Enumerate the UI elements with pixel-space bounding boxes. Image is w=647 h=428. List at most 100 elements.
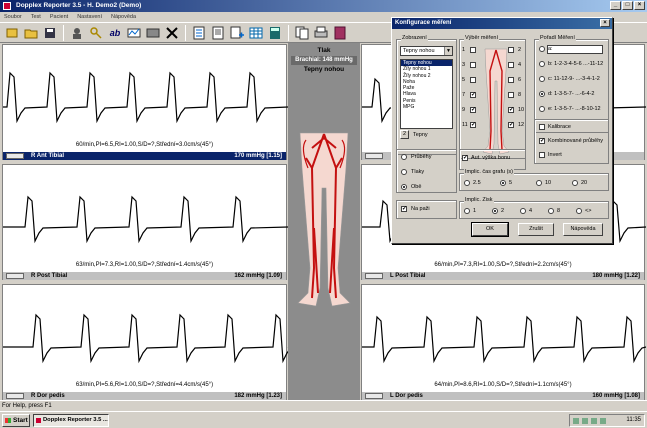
checkbox-site-5[interactable]: [470, 77, 476, 83]
new-icon[interactable]: [4, 25, 20, 41]
key-icon[interactable]: [88, 25, 104, 41]
checkbox-number: 12: [518, 122, 525, 128]
menu-file[interactable]: Soubor: [4, 12, 22, 22]
radio-label: 10: [545, 180, 552, 186]
menu-help[interactable]: Nápověda: [111, 12, 136, 22]
checkbox-site-9[interactable]: ✓: [470, 107, 476, 113]
radio-order-3[interactable]: [539, 91, 545, 97]
radio-label: e: 1-3-5-7- ...-8-10-12: [548, 106, 601, 112]
channel-bar[interactable]: L Post Tibial 180 mmHg [1.22]: [362, 271, 644, 280]
dialog-close-button[interactable]: ×: [600, 19, 610, 27]
channel-pressure: 162 mmHg [1.09]: [234, 273, 282, 279]
start-button[interactable]: Start: [2, 414, 30, 427]
book-icon[interactable]: [332, 25, 348, 41]
minimize-button[interactable]: _: [610, 1, 621, 10]
channel-bar[interactable]: R Dor pedis 182 mmHg [1.23]: [3, 391, 286, 400]
order-custom-input[interactable]: [547, 45, 603, 54]
radio-time-3[interactable]: [572, 180, 578, 186]
checkbox-na-paze[interactable]: ✓: [401, 206, 407, 212]
document-icon[interactable]: [210, 25, 226, 41]
radio-order-4[interactable]: [539, 106, 545, 112]
add-document-icon[interactable]: [229, 25, 245, 41]
channel-label: R Dor pedis: [31, 393, 65, 399]
radio-gain-1[interactable]: [492, 208, 498, 214]
waveform-trace: [3, 195, 288, 244]
radio-time-2[interactable]: [536, 180, 542, 186]
table-icon[interactable]: [248, 25, 264, 41]
copy-icon[interactable]: [294, 25, 310, 41]
print-icon[interactable]: [313, 25, 329, 41]
radio-gain-0[interactable]: [464, 208, 470, 214]
radio-tlaky[interactable]: [401, 169, 407, 175]
radio-obe[interactable]: [401, 184, 407, 190]
checkbox-site-11[interactable]: ✓: [470, 122, 476, 128]
checkbox-site-10[interactable]: ✓: [508, 107, 514, 113]
radio-order-0[interactable]: [539, 46, 545, 52]
radio-prubehy[interactable]: [401, 154, 407, 160]
radio-label: c: 11-12-9- ...-3-4-1-2: [548, 76, 600, 82]
taskbar-app-button[interactable]: Dopplex Reporter 3.5 ...: [33, 414, 109, 427]
close-button[interactable]: ×: [634, 1, 645, 10]
channel-bar[interactable]: R Post Tibial 162 mmHg [1.09]: [3, 271, 286, 280]
calculator-icon[interactable]: [267, 25, 283, 41]
count-spinner[interactable]: 2: [400, 130, 409, 139]
checkbox-kombinovane[interactable]: ✓: [539, 138, 545, 144]
patient-icon[interactable]: [69, 25, 85, 41]
tray-icon[interactable]: [573, 418, 579, 424]
checklist-icon[interactable]: [191, 25, 207, 41]
open-icon[interactable]: [23, 25, 39, 41]
ok-button[interactable]: OK: [471, 222, 509, 237]
view-select[interactable]: Tepny nohou ▼: [400, 46, 453, 56]
view-list-item[interactable]: MPG: [401, 104, 452, 110]
channel-bar[interactable]: L Dor pedis 160 mmHg [1.08]: [362, 391, 644, 400]
channel-pressure: 170 mmHg [1.15]: [234, 153, 282, 159]
checkbox-site-3[interactable]: [470, 62, 476, 68]
checkbox-site-4[interactable]: [508, 62, 514, 68]
radio-time-0[interactable]: [464, 180, 470, 186]
radio-label: Tlaky: [411, 169, 425, 175]
radio-order-1[interactable]: [539, 61, 545, 67]
channel-label: R Ant Tibial: [31, 153, 64, 159]
checkbox-aut-vyska[interactable]: ✓: [462, 155, 468, 161]
tray-icon[interactable]: [582, 418, 588, 424]
menu-patient[interactable]: Pacient: [50, 12, 68, 22]
help-button[interactable]: Nápověda: [563, 223, 603, 236]
maximize-button[interactable]: □: [622, 1, 633, 10]
cancel-button[interactable]: Zrušit: [518, 223, 554, 236]
measure-icon[interactable]: [126, 25, 142, 41]
waveform-panel-r-ant-tibial[interactable]: 60/min,PI=6.5,RI=1.00,S/D=?,Střední=3.0c…: [2, 44, 288, 160]
checkbox-site-1[interactable]: [470, 47, 476, 53]
checkbox-kalibrace[interactable]: [539, 124, 545, 130]
radio-time-1[interactable]: [500, 180, 506, 186]
checkbox-site-2[interactable]: [508, 47, 514, 53]
view-list[interactable]: Tepny nohou Žíly nohou 1 Žíly nohou 2 No…: [400, 59, 453, 129]
radio-gain-3[interactable]: [548, 208, 554, 214]
radio-label: 5: [509, 180, 513, 186]
channel-bar[interactable]: R Ant Tibial 170 mmHg [1.15]: [3, 151, 286, 160]
channel-icon: [6, 273, 24, 279]
save-icon[interactable]: [42, 25, 58, 41]
image-icon[interactable]: [145, 25, 161, 41]
checkbox-site-7[interactable]: ✓: [470, 92, 476, 98]
ab-icon[interactable]: ab: [107, 25, 123, 41]
chevron-down-icon[interactable]: ▼: [444, 47, 452, 55]
radio-order-2[interactable]: [539, 76, 545, 82]
tray-icon[interactable]: [591, 418, 597, 424]
waveform-panel-r-dor-pedis[interactable]: 63/min,PI=5.6,RI=1.00,S/D=?,Střední=4.4c…: [2, 284, 288, 400]
menu-test[interactable]: Test: [31, 12, 41, 22]
checkbox-site-8[interactable]: [508, 92, 514, 98]
checkbox-label: Kombinované průběhy: [548, 138, 604, 144]
configuration-dialog: Konfigurace měření × Zobrazení Tepny noh…: [391, 17, 613, 244]
checkbox-site-6[interactable]: [508, 77, 514, 83]
menu-settings[interactable]: Nastavení: [77, 12, 102, 22]
waveform-panel-r-post-tibial[interactable]: 63/min,PI=7.3,RI=1.00,S/D=?,Střední=1.4c…: [2, 164, 288, 280]
group-label: Pořadí Měření: [539, 35, 576, 41]
checkbox-site-12[interactable]: ✓: [508, 122, 514, 128]
radio-gain-4[interactable]: [576, 208, 582, 214]
checkbox-label: Na paži: [411, 206, 430, 212]
tray-icon[interactable]: [600, 418, 606, 424]
delete-icon[interactable]: [164, 25, 180, 41]
waveform-panel-l-dor-pedis[interactable]: 64/min,PI=8.6,RI=1.00,S/D=?,Střední=1.1c…: [361, 284, 646, 400]
radio-gain-2[interactable]: [520, 208, 526, 214]
checkbox-invert[interactable]: [539, 152, 545, 158]
